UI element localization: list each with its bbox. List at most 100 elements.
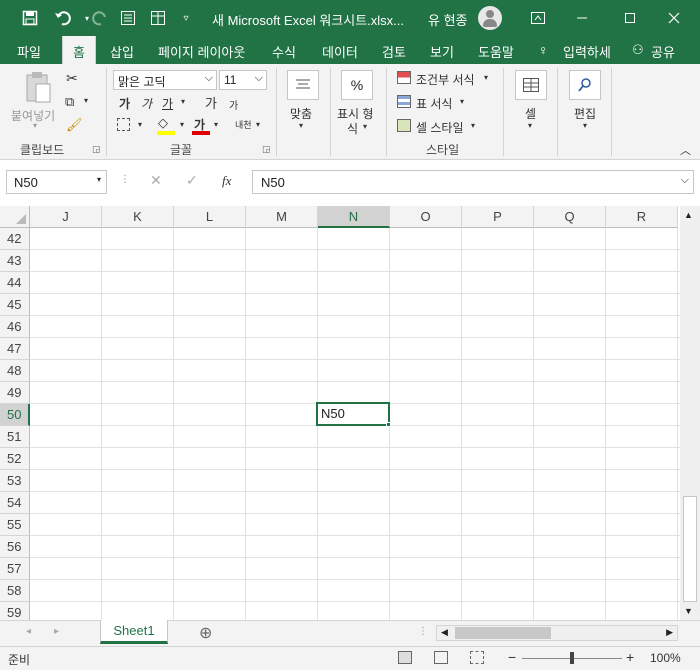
phonetic-dropdown-icon[interactable]: ▾ — [256, 120, 260, 129]
zoom-in-icon[interactable]: + — [626, 649, 634, 665]
column-header[interactable]: O — [390, 206, 462, 228]
column-header[interactable]: K — [102, 206, 174, 228]
scroll-down-icon[interactable]: ▼ — [684, 606, 693, 616]
conditional-format-button[interactable]: 조건부 서식 — [416, 71, 475, 88]
row-header[interactable]: 53 — [0, 470, 30, 492]
row-header[interactable]: 47 — [0, 338, 30, 360]
tab-view[interactable]: 보기 — [430, 42, 454, 61]
bold-button[interactable]: 가 — [119, 95, 130, 112]
insert-function-button[interactable]: fx — [222, 173, 231, 189]
font-color-dropdown-icon[interactable]: ▾ — [214, 120, 218, 129]
cells-icon[interactable] — [515, 70, 547, 100]
tab-formulas[interactable]: 수식 — [272, 42, 296, 61]
customize-toolbar-icon[interactable]: ▿ — [176, 0, 196, 36]
row-header[interactable]: 42 — [0, 228, 30, 250]
scroll-thumb[interactable] — [455, 627, 551, 639]
paste-icon[interactable] — [24, 70, 52, 104]
tab-review[interactable]: 검토 — [382, 42, 406, 61]
page-layout-view-icon[interactable] — [434, 651, 448, 664]
table-format-icon[interactable] — [397, 95, 411, 108]
column-header[interactable]: L — [174, 206, 246, 228]
search-icon[interactable] — [569, 70, 601, 100]
row-header[interactable]: 59 — [0, 602, 30, 620]
row-header[interactable]: 57 — [0, 558, 30, 580]
close-icon[interactable] — [660, 0, 688, 36]
underline-dropdown-icon[interactable]: ▾ — [181, 97, 185, 106]
row-header[interactable]: 58 — [0, 580, 30, 602]
row-header[interactable]: 55 — [0, 514, 30, 536]
alignment-button[interactable]: 맞춤 — [290, 105, 312, 122]
phonetic-button[interactable]: 내천 — [235, 118, 252, 131]
form-icon[interactable] — [114, 0, 142, 36]
scroll-left-icon[interactable]: ◀ — [441, 627, 448, 638]
share-icon[interactable]: ⚇ — [632, 42, 644, 58]
row-header[interactable]: 44 — [0, 272, 30, 294]
row-header[interactable]: 54 — [0, 492, 30, 514]
normal-view-icon[interactable] — [398, 651, 412, 664]
cell-styles-dropdown-icon[interactable]: ▾ — [471, 121, 475, 130]
table-icon[interactable] — [144, 0, 172, 36]
underline-button[interactable]: 가 — [162, 95, 173, 112]
column-header[interactable]: J — [30, 206, 102, 228]
row-header[interactable]: 46 — [0, 316, 30, 338]
alignment-dropdown-icon[interactable]: ▾ — [299, 121, 303, 130]
undo-icon[interactable] — [48, 0, 78, 36]
fill-handle[interactable] — [386, 422, 391, 427]
lightbulb-icon[interactable]: ♀ — [538, 42, 549, 58]
tab-page-layout[interactable]: 페이지 레이아웃 — [158, 42, 245, 61]
percent-icon[interactable]: % — [341, 70, 373, 100]
ribbon-display-icon[interactable] — [524, 0, 552, 36]
spreadsheet-grid[interactable]: J K L M N O P Q R 42 43 44 45 46 47 48 49 50 51 52 53 54 55 56 5… — [0, 206, 680, 620]
collapse-ribbon-icon[interactable]: ︿ — [680, 142, 691, 158]
scroll-thumb[interactable] — [683, 496, 697, 602]
fill-dropdown-icon[interactable]: ▾ — [180, 120, 184, 129]
editing-button[interactable]: 편집 — [574, 105, 596, 122]
copy-dropdown-icon[interactable]: ▾ — [84, 96, 88, 105]
grow-font-button[interactable]: 가 — [205, 93, 217, 112]
editing-dropdown-icon[interactable]: ▾ — [583, 121, 587, 130]
font-name-combo[interactable]: 맑은 고딕 ⌵ — [113, 70, 217, 90]
row-header[interactable]: 52 — [0, 448, 30, 470]
scroll-up-icon[interactable]: ▲ — [684, 210, 693, 220]
tab-help[interactable]: 도움말 — [478, 42, 514, 61]
scroll-right-icon[interactable]: ▶ — [666, 627, 673, 638]
row-header[interactable]: 50 — [0, 404, 30, 426]
fill-color-icon[interactable]: ◇ — [158, 115, 168, 131]
italic-button[interactable]: 가 — [141, 95, 152, 112]
column-header[interactable]: P — [462, 206, 534, 228]
row-header[interactable]: 48 — [0, 360, 30, 382]
number-format-button-line2[interactable]: 식 — [347, 120, 358, 137]
tab-insert[interactable]: 삽입 — [110, 42, 134, 61]
tab-home[interactable]: 홈 — [62, 36, 96, 64]
vertical-scrollbar[interactable]: ▲ ▼ — [680, 206, 700, 620]
copy-icon[interactable]: ⧉ — [65, 94, 74, 110]
row-header[interactable]: 56 — [0, 536, 30, 558]
conditional-format-dropdown-icon[interactable]: ▾ — [484, 73, 488, 82]
horizontal-scrollbar[interactable]: ◀ ▶ — [436, 625, 678, 641]
cells-dropdown-icon[interactable]: ▾ — [528, 121, 532, 130]
tell-me-input[interactable]: 입력하세 — [563, 42, 611, 61]
table-format-dropdown-icon[interactable]: ▾ — [460, 97, 464, 106]
redo-icon[interactable] — [86, 0, 114, 36]
paste-dropdown-icon[interactable]: ▾ — [33, 121, 37, 130]
row-header[interactable]: 45 — [0, 294, 30, 316]
cancel-icon[interactable]: ✕ — [150, 172, 162, 189]
minimize-icon[interactable] — [568, 0, 596, 36]
add-sheet-icon[interactable]: ⊕ — [199, 623, 212, 643]
save-icon[interactable] — [16, 0, 44, 36]
next-sheet-icon[interactable]: ▸ — [54, 626, 59, 637]
select-all-corner[interactable] — [0, 206, 30, 228]
prev-sheet-icon[interactable]: ◂ — [26, 626, 31, 637]
format-painter-icon[interactable]: 🖌 — [66, 117, 83, 133]
border-icon[interactable] — [117, 118, 130, 131]
tab-share[interactable]: 공유 — [651, 42, 675, 61]
sheet-tab[interactable]: Sheet1 — [100, 620, 168, 644]
column-header[interactable]: Q — [534, 206, 606, 228]
tab-data[interactable]: 데이터 — [322, 42, 358, 61]
shrink-font-button[interactable]: 가 — [229, 97, 238, 112]
clipboard-launcher-icon[interactable]: ◲ — [92, 144, 101, 155]
active-cell[interactable]: N50 — [316, 402, 390, 426]
avatar[interactable] — [478, 6, 502, 30]
tab-file[interactable]: 파일 — [17, 42, 41, 61]
page-break-view-icon[interactable] — [470, 651, 484, 664]
